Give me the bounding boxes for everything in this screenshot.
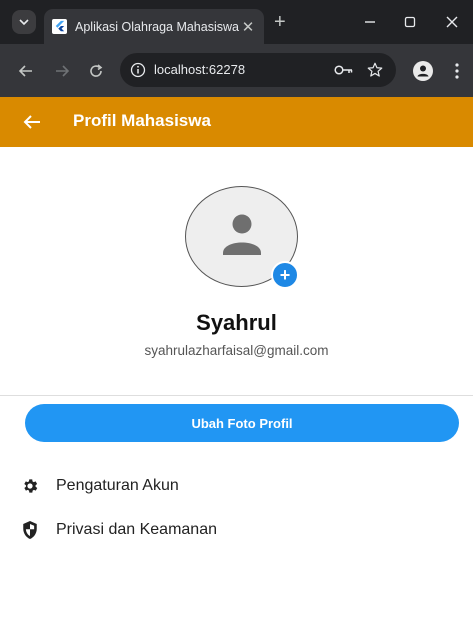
menu-item-privacy-security[interactable]: Privasi dan Keamanan bbox=[0, 510, 473, 550]
url-text: localhost:62278 bbox=[154, 62, 246, 77]
menu-item-account-settings[interactable]: Pengaturan Akun bbox=[0, 466, 473, 506]
browser-toolbar: localhost:62278 bbox=[0, 44, 473, 97]
profile-name: Syahrul bbox=[196, 310, 277, 335]
minimize-icon[interactable] bbox=[358, 10, 382, 34]
profile-email: syahrulazharfaisal@gmail.com bbox=[144, 343, 329, 358]
menu-icon[interactable] bbox=[445, 59, 469, 83]
bookmark-star-icon[interactable] bbox=[366, 61, 384, 79]
maximize-icon[interactable] bbox=[398, 10, 422, 34]
password-key-icon[interactable] bbox=[334, 63, 354, 77]
person-icon bbox=[223, 214, 261, 255]
new-tab-icon[interactable]: + bbox=[274, 11, 286, 33]
tab-title: Aplikasi Olahraga Mahasiswa bbox=[75, 19, 239, 34]
change-photo-button[interactable]: Ubah Foto Profil bbox=[25, 404, 459, 442]
tab-search-icon[interactable] bbox=[12, 10, 36, 34]
site-info-icon[interactable] bbox=[130, 62, 146, 78]
browser-tab-strip: Aplikasi Olahraga Mahasiswa ✕ + bbox=[0, 0, 473, 44]
gear-icon bbox=[20, 476, 40, 496]
back-arrow-icon[interactable] bbox=[20, 110, 44, 134]
menu-item-label: Privasi dan Keamanan bbox=[56, 521, 217, 538]
address-bar[interactable]: localhost:62278 bbox=[120, 53, 396, 87]
forward-icon[interactable] bbox=[50, 59, 74, 83]
page-title: Profil Mahasiswa bbox=[73, 111, 211, 130]
window-close-icon[interactable] bbox=[440, 10, 464, 34]
browser-tab[interactable]: Aplikasi Olahraga Mahasiswa ✕ bbox=[44, 9, 264, 44]
divider bbox=[0, 395, 473, 396]
flutter-icon bbox=[52, 19, 67, 34]
add-photo-icon[interactable]: + bbox=[271, 261, 299, 289]
reload-icon[interactable] bbox=[84, 59, 108, 83]
close-icon[interactable]: ✕ bbox=[240, 18, 256, 36]
profile-icon[interactable] bbox=[413, 61, 433, 81]
app-bar: Profil Mahasiswa bbox=[0, 97, 473, 147]
menu-item-label: Pengaturan Akun bbox=[56, 477, 179, 494]
shield-icon bbox=[20, 520, 40, 540]
back-icon[interactable] bbox=[14, 59, 38, 83]
